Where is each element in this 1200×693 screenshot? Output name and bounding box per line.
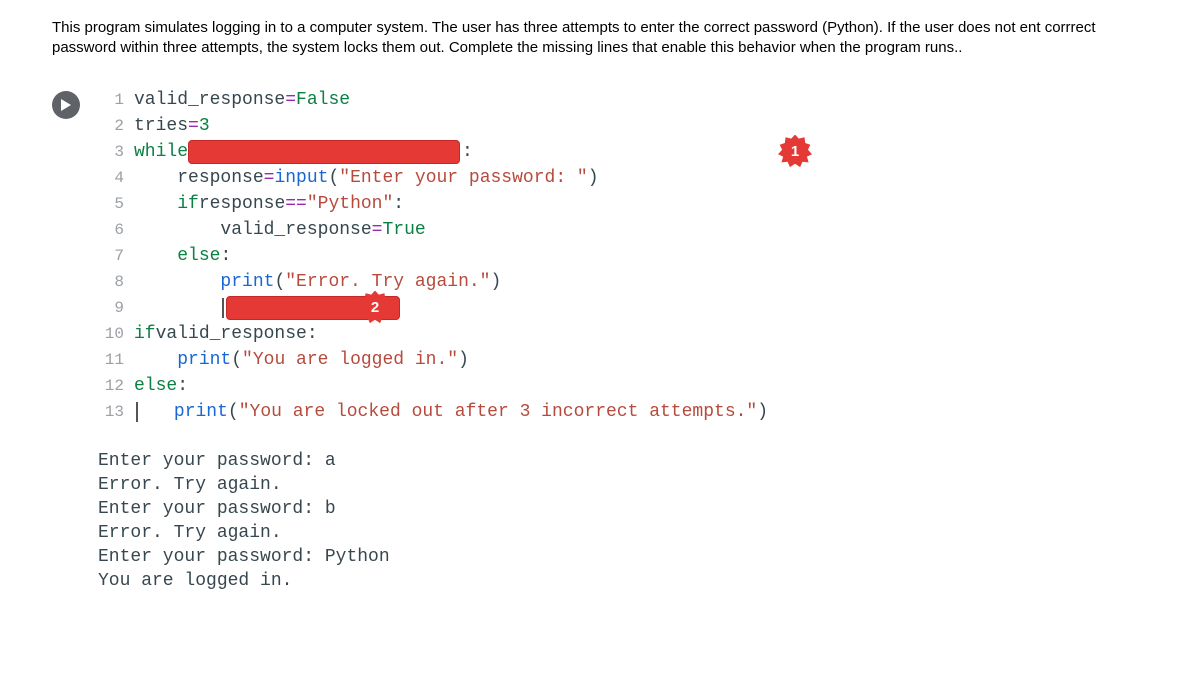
code-block[interactable]: 1 valid_response = False 2 tries= 3 3 wh… [98, 87, 768, 425]
code-line-10: 10 if valid_response: [98, 321, 768, 347]
code-line-7: 7 else: [98, 243, 768, 269]
cursor-icon [136, 402, 138, 422]
cursor-icon [222, 298, 224, 318]
play-icon [60, 98, 72, 112]
run-button[interactable] [52, 91, 80, 119]
code-line-11: 11 print("You are logged in.") [98, 347, 768, 373]
code-line-13: 13 print("You are locked out after 3 inc… [98, 399, 768, 425]
blank-1[interactable] [188, 140, 460, 164]
code-line-2: 2 tries= 3 [98, 113, 768, 139]
code-line-1: 1 valid_response = False [98, 87, 768, 113]
question-instructions: This program simulates logging in to a c… [0, 0, 1200, 59]
code-line-3: 3 while : 1 [98, 139, 768, 165]
code-line-5: 5 if response == "Python": [98, 191, 768, 217]
code-line-8: 8 print("Error. Try again.") [98, 269, 768, 295]
code-line-6: 6 valid_response = True [98, 217, 768, 243]
code-cell: 1 valid_response = False 2 tries= 3 3 wh… [52, 87, 1148, 425]
code-line-12: 12 else: [98, 373, 768, 399]
output-block: Enter your password: a Error. Try again.… [98, 449, 1200, 593]
code-line-9: 9 2 [98, 295, 768, 321]
blank-badge-1: 1 [778, 135, 812, 169]
code-line-4: 4 response = input("Enter your password:… [98, 165, 768, 191]
run-button-column [52, 87, 98, 119]
